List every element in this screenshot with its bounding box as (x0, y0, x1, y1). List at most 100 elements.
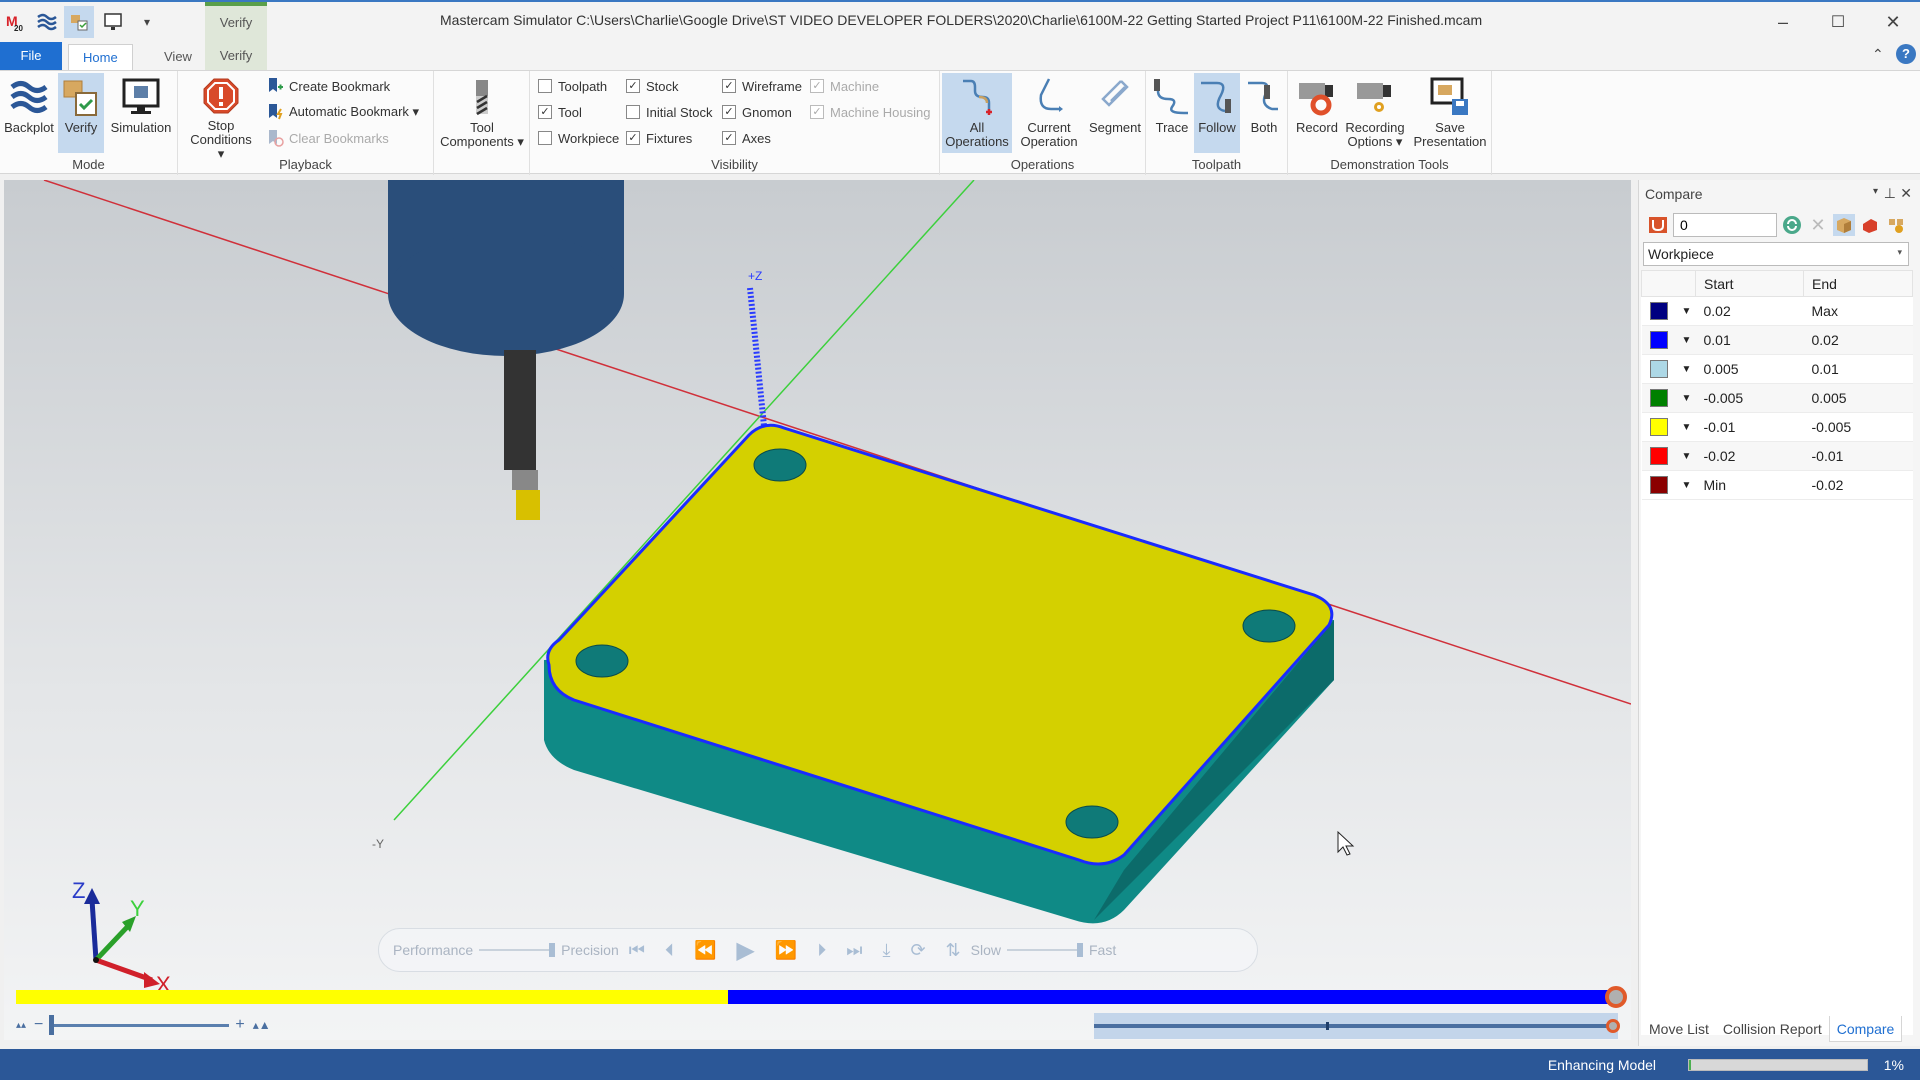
simulation-qat-icon[interactable] (98, 6, 128, 38)
trace-button[interactable]: Trace (1150, 73, 1194, 153)
recording-options-button[interactable]: Recording Options ▾ (1342, 73, 1408, 153)
checkbox-axes-box[interactable]: ✓ (722, 131, 736, 145)
checkbox-machine-housing[interactable]: ✓ Machine Housing (810, 101, 930, 123)
refresh-compare-icon[interactable] (1781, 214, 1803, 236)
save-presentation-button[interactable]: Save Presentation (1410, 73, 1490, 153)
clear-bookmarks-button[interactable]: Clear Bookmarks (266, 127, 389, 149)
color-cell[interactable]: ▼ (1641, 325, 1696, 355)
color-dropdown-icon[interactable]: ▼ (1682, 335, 1692, 346)
checkbox-initial-stock-box[interactable] (626, 105, 640, 119)
color-swatch[interactable] (1649, 331, 1668, 350)
color-dropdown-icon[interactable]: ▼ (1682, 480, 1692, 491)
progress-knob[interactable] (1605, 986, 1627, 1008)
tab-move-list[interactable]: Move List (1642, 1016, 1716, 1042)
checkbox-wireframe[interactable]: ✓ Wireframe (722, 75, 802, 97)
play-icon[interactable]: ▶ (736, 936, 754, 965)
minimize-button[interactable]: – (1760, 6, 1806, 38)
checkbox-workpiece-box[interactable] (538, 131, 552, 145)
verify-mode-button[interactable]: Verify (58, 73, 104, 153)
color-dropdown-icon[interactable]: ▼ (1682, 364, 1692, 375)
zoom-in-button[interactable]: + (235, 1016, 244, 1034)
checkbox-gnomon-box[interactable]: ✓ (722, 105, 736, 119)
color-dropdown-icon[interactable]: ▼ (1682, 451, 1692, 462)
bookmark-add-icon[interactable]: ⤓ (882, 940, 890, 961)
checkbox-machine-housing-box[interactable]: ✓ (810, 105, 824, 119)
panel-close-icon[interactable]: ✕ (1900, 185, 1912, 202)
zoom-slider[interactable] (49, 1014, 230, 1035)
end-cell[interactable]: -0.005 (1803, 412, 1913, 442)
follow-button[interactable]: Follow (1194, 73, 1240, 153)
workpiece-view-icon[interactable] (1859, 214, 1881, 236)
tab-view[interactable]: View (150, 44, 206, 70)
tab-home[interactable]: Home (68, 44, 133, 70)
tab-collision-report[interactable]: Collision Report (1716, 1016, 1829, 1042)
move-slider-knob[interactable] (1606, 1019, 1620, 1033)
loop-icon[interactable]: ⟳ (910, 940, 925, 961)
tab-verify[interactable]: Verify (205, 40, 267, 70)
pin-icon[interactable]: ⊥ (1884, 185, 1896, 202)
start-cell[interactable]: 0.02 (1695, 296, 1804, 326)
zoom-out-button[interactable]: − (34, 1016, 43, 1034)
end-cell[interactable]: -0.01 (1803, 441, 1913, 471)
color-cell[interactable]: ▼ (1641, 383, 1696, 413)
compare-settings-icon[interactable] (1885, 214, 1907, 236)
checkbox-machine[interactable]: ✓ Machine (810, 75, 879, 97)
move-position-slider[interactable] (1094, 1013, 1620, 1039)
clear-compare-icon[interactable]: ✕ (1807, 214, 1829, 236)
stock-view-icon[interactable] (1833, 214, 1855, 236)
checkbox-machine-box[interactable]: ✓ (810, 79, 824, 93)
zoom-slider-thumb[interactable] (49, 1014, 55, 1035)
step-forward-icon[interactable]: ⏵ (817, 940, 826, 961)
graphics-viewport[interactable]: +Z -Y Z Y X (4, 180, 1631, 1040)
compare-target-dropdown[interactable]: Workpiece ▾ (1643, 242, 1909, 266)
table-row[interactable]: ▼ 0.01 0.02 (1641, 325, 1913, 355)
collapse-ribbon-icon[interactable]: ⌃ (1872, 46, 1884, 63)
both-button[interactable]: Both (1242, 73, 1286, 153)
all-operations-button[interactable]: All Operations (942, 73, 1012, 153)
speed-slider-thumb[interactable] (1076, 943, 1083, 957)
backplot-button[interactable]: Backplot (2, 73, 56, 153)
bookmark-jump-icon[interactable]: ⇅ (946, 940, 961, 961)
color-cell[interactable]: ▼ (1641, 470, 1696, 500)
start-cell[interactable]: -0.005 (1695, 383, 1804, 413)
color-dropdown-icon[interactable]: ▼ (1682, 306, 1692, 317)
checkbox-toolpath[interactable]: Toolpath (538, 75, 607, 97)
end-cell[interactable]: 0.01 (1803, 354, 1913, 384)
end-cell[interactable]: 0.005 (1803, 383, 1913, 413)
start-cell[interactable]: -0.01 (1695, 412, 1804, 442)
playback-progress-bar[interactable] (16, 986, 1627, 1008)
start-cell[interactable]: 0.01 (1695, 325, 1804, 355)
table-row[interactable]: ▼ Min -0.02 (1641, 470, 1913, 500)
table-row[interactable]: ▼ -0.02 -0.01 (1641, 441, 1913, 471)
maximize-button[interactable]: ☐ (1815, 6, 1861, 38)
go-to-start-icon[interactable]: ⏮ (629, 940, 645, 961)
current-operation-button[interactable]: Current Operation (1014, 73, 1084, 153)
start-cell[interactable]: Min (1695, 470, 1804, 500)
stop-conditions-button[interactable]: Stop Conditions ▾ (182, 73, 260, 161)
checkbox-axes[interactable]: ✓ Axes (722, 127, 771, 149)
verify-qat-icon[interactable] (64, 6, 94, 38)
tab-compare[interactable]: Compare (1828, 1016, 1903, 1042)
color-swatch[interactable] (1649, 476, 1668, 495)
color-cell[interactable]: ▼ (1641, 441, 1696, 471)
color-dropdown-icon[interactable]: ▼ (1682, 393, 1692, 404)
color-cell[interactable]: ▼ (1641, 412, 1696, 442)
go-to-end-icon[interactable]: ⏭ (846, 940, 862, 961)
tolerance-input[interactable] (1673, 213, 1777, 237)
checkbox-toolpath-box[interactable] (538, 79, 552, 93)
checkbox-stock-box[interactable]: ✓ (626, 79, 640, 93)
precision-slider-thumb[interactable] (549, 943, 556, 957)
mastercam-logo-icon[interactable]: M 20 (2, 6, 32, 38)
checkbox-tool[interactable]: ✓ Tool (538, 101, 582, 123)
color-dropdown-icon[interactable]: ▼ (1682, 422, 1692, 433)
tool-components-button[interactable]: Tool Components ▾ (438, 73, 526, 153)
checkbox-tool-box[interactable]: ✓ (538, 105, 552, 119)
customize-qat-icon[interactable]: ▾ (132, 6, 162, 38)
color-cell[interactable]: ▼ (1641, 296, 1696, 326)
close-button[interactable]: ✕ (1870, 6, 1916, 38)
end-cell[interactable]: Max (1803, 296, 1913, 326)
checkbox-fixtures[interactable]: ✓ Fixtures (626, 127, 692, 149)
color-swatch[interactable] (1649, 447, 1668, 466)
end-cell[interactable]: 0.02 (1803, 325, 1913, 355)
rewind-icon[interactable]: ⏪ (694, 940, 716, 961)
